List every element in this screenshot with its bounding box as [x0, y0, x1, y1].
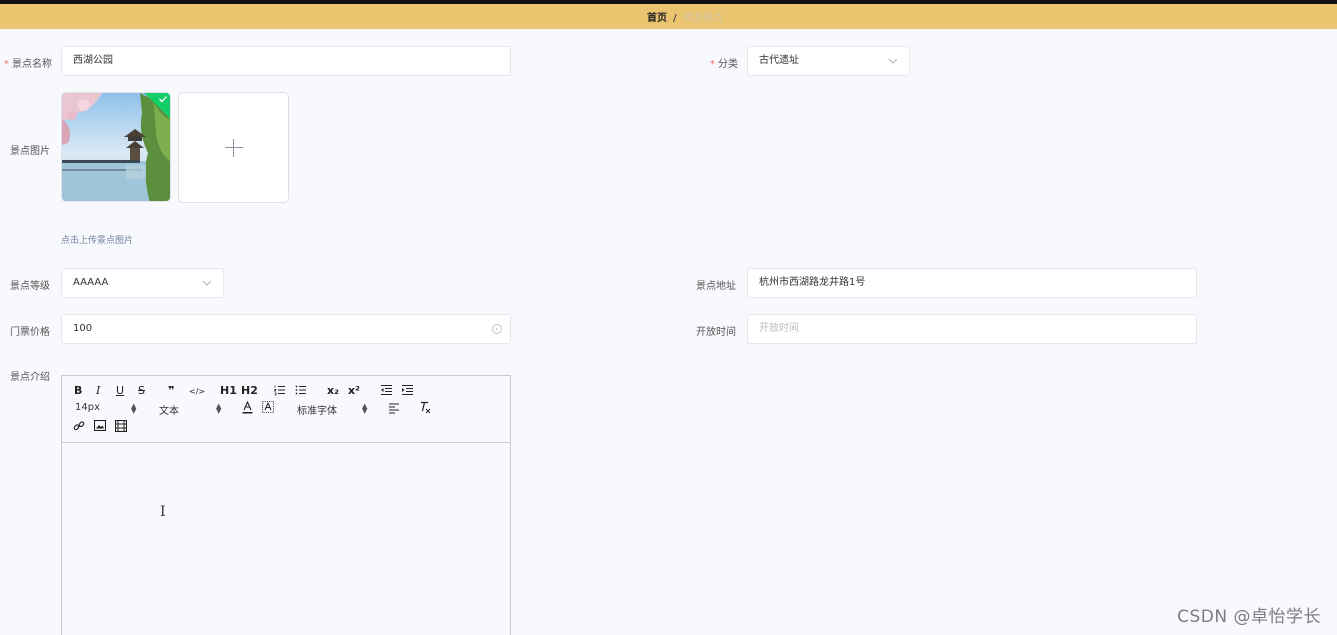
required-mark: *: [4, 59, 9, 70]
upload-hint: 点击上传景点图片: [61, 236, 134, 246]
chevron-down-icon: [888, 58, 898, 64]
plus-icon: [224, 138, 244, 158]
price-label: 门票价格: [10, 327, 50, 338]
breadcrumb: 首页 / 旅游景点: [647, 9, 723, 24]
intro-label: 景点介绍: [10, 372, 50, 383]
chevron-down-icon: [202, 280, 212, 286]
text-color-icon: [242, 401, 253, 414]
italic-button[interactable]: I: [96, 384, 100, 398]
updown-icon: ▲ ▼: [362, 402, 368, 415]
rich-text-editor: B I U S ❞ </> H1 H2 x₂ x² 14px ▲ ▼ 文本 ▲ ▼ …: [61, 375, 511, 635]
editor-content-area[interactable]: [62, 443, 510, 635]
clear-format-icon: [421, 401, 431, 414]
ordered-list-button[interactable]: [274, 384, 286, 396]
outdent-icon: [381, 384, 392, 396]
align-left-icon: [389, 403, 399, 414]
bold-button[interactable]: B: [74, 384, 82, 398]
editor-toolbar: B I U S ❞ </> H1 H2 x₂ x² 14px ▲ ▼ 文本 ▲ ▼ …: [62, 376, 510, 443]
level-label: 景点等级: [10, 281, 50, 292]
west-lake-pavilion-photo: [62, 93, 170, 201]
bullet-list-button[interactable]: [295, 384, 307, 396]
text-color-button[interactable]: [242, 401, 253, 414]
ordered-list-icon: [274, 385, 285, 396]
video-icon: [115, 420, 127, 432]
category-select[interactable]: 古代遗址: [747, 46, 910, 76]
required-mark: *: [710, 59, 715, 70]
link-button[interactable]: [73, 420, 85, 432]
bullet-list-icon: [295, 385, 306, 395]
top-header-bar: 首页 / 旅游景点: [0, 0, 1337, 29]
font-size-select[interactable]: 14px: [75, 402, 100, 413]
watermark: CSDN @卓怡学长: [1177, 607, 1321, 627]
uploaded-image-thumbnail[interactable]: [61, 92, 171, 202]
background-color-button[interactable]: [262, 401, 274, 414]
indent-button[interactable]: [401, 384, 414, 396]
updown-icon: ▲ ▼: [131, 402, 137, 415]
name-input[interactable]: 西湖公园: [61, 46, 511, 76]
header1-button[interactable]: H1: [220, 384, 237, 398]
address-input[interactable]: 杭州市西湖路龙井路1号: [747, 268, 1197, 298]
superscript-button[interactable]: x²: [348, 384, 360, 398]
clear-icon[interactable]: [492, 324, 502, 334]
blockquote-button[interactable]: ❞: [168, 384, 174, 398]
open-time-input[interactable]: 开放时间: [747, 314, 1197, 344]
font-family-select[interactable]: 标准字体: [297, 402, 337, 417]
code-block-button[interactable]: </>: [189, 385, 205, 399]
clear-format-button[interactable]: [419, 401, 431, 414]
open-time-label: 开放时间: [696, 327, 736, 338]
breadcrumb-separator: /: [673, 13, 677, 24]
strike-button[interactable]: S: [138, 384, 145, 398]
updown-icon: ▲ ▼: [216, 402, 222, 415]
image-label: 景点图片: [10, 146, 50, 157]
outdent-button[interactable]: [380, 384, 393, 396]
background-color-icon: [262, 401, 274, 413]
indent-icon: [402, 384, 413, 396]
text-cursor-icon: I: [160, 504, 166, 520]
subscript-button[interactable]: x₂: [327, 384, 339, 398]
image-upload-button[interactable]: [178, 92, 289, 203]
name-label: * 景点名称: [4, 59, 52, 70]
link-icon: [73, 421, 85, 431]
image-icon: [94, 420, 106, 431]
header-select[interactable]: 文本: [159, 402, 179, 417]
video-button[interactable]: [115, 420, 127, 432]
underline-button[interactable]: U: [116, 384, 124, 398]
price-input[interactable]: 100: [61, 314, 511, 344]
breadcrumb-home[interactable]: 首页: [647, 13, 667, 24]
address-label: 景点地址: [696, 281, 736, 292]
category-label: * 分类: [710, 59, 738, 70]
level-select[interactable]: AAAAA: [61, 268, 224, 298]
image-button[interactable]: [94, 420, 106, 431]
header2-button[interactable]: H2: [241, 384, 258, 398]
check-icon: [159, 96, 167, 103]
align-button[interactable]: [388, 402, 400, 414]
breadcrumb-current: 旅游景点: [682, 13, 723, 24]
